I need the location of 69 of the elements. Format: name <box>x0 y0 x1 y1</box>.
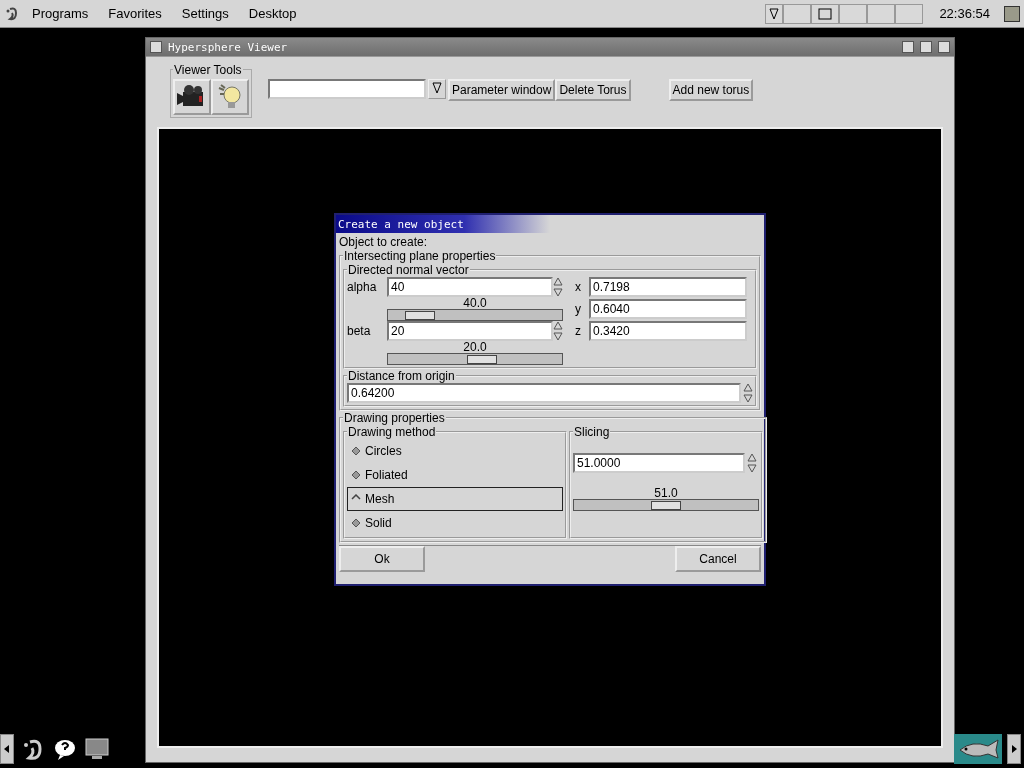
axis-label: y <box>574 302 582 316</box>
dropdown-button[interactable] <box>428 79 446 99</box>
close-button[interactable] <box>150 41 162 53</box>
spin-arrows-icon[interactable] <box>747 453 757 473</box>
angle-field[interactable]: 40 <box>387 277 553 297</box>
menu-item[interactable]: Favorites <box>98 6 172 21</box>
funnel-icon <box>432 81 442 94</box>
radio-option[interactable]: Solid <box>347 511 563 535</box>
group-label: Directed normal vector <box>347 263 470 277</box>
object-label: Object to create: <box>339 235 429 249</box>
radio-option[interactable]: Mesh <box>347 487 563 511</box>
component-field[interactable]: 0.6040 <box>589 299 747 319</box>
left-arrow-icon <box>3 745 11 753</box>
parameter-window-button[interactable]: Parameter window <box>448 79 556 101</box>
add-torus-button[interactable]: Add new torus <box>668 79 754 101</box>
slicing-field[interactable]: 51.0000 <box>573 453 745 473</box>
menu-item[interactable]: Desktop <box>238 6 307 21</box>
slider-reading: 20.0 <box>462 341 488 353</box>
slider-reading: 40.0 <box>462 297 488 309</box>
camera-button[interactable] <box>173 78 211 115</box>
diamond-down-icon <box>351 470 361 480</box>
slider-thumb[interactable] <box>405 311 436 320</box>
window-icon <box>818 7 833 20</box>
axis-label: z <box>574 324 582 338</box>
field-label: beta <box>347 324 372 338</box>
scroll-right-button[interactable] <box>1007 734 1021 764</box>
ok-button[interactable]: Ok <box>339 546 425 572</box>
minimize-button[interactable] <box>902 41 914 53</box>
component-field[interactable]: 0.7198 <box>589 277 747 297</box>
menu-item[interactable]: Settings <box>171 6 239 21</box>
group-label: Slicing <box>573 425 611 439</box>
spin-arrows-icon[interactable] <box>553 321 563 341</box>
dialog-title: Create a new object <box>338 217 464 231</box>
field-label: alpha <box>347 280 378 294</box>
radio-option[interactable]: Circles <box>347 439 563 463</box>
radio-option[interactable]: Foliated <box>347 463 563 487</box>
taskbar-button[interactable] <box>765 3 784 24</box>
clock: 22:36:54 <box>938 6 991 21</box>
cancel-button[interactable]: Cancel <box>675 546 761 572</box>
diamond-down-icon <box>351 518 361 528</box>
axis-label: x <box>574 280 582 294</box>
fish-applet[interactable] <box>954 734 1002 764</box>
funnel-icon <box>769 7 780 20</box>
maximize-button[interactable] <box>920 41 932 53</box>
spin-arrows-icon[interactable] <box>743 383 753 403</box>
menu-item[interactable]: Programs <box>22 6 99 21</box>
square-icon[interactable] <box>1004 5 1020 22</box>
slider-reading: 51.0 <box>653 487 679 499</box>
slider-thumb[interactable] <box>467 355 498 364</box>
right-arrow-icon <box>1010 745 1018 753</box>
group-label: Distance from origin <box>347 369 456 383</box>
slider-thumb[interactable] <box>651 501 681 510</box>
spin-arrows-icon[interactable] <box>553 277 563 297</box>
group-label: Intersecting plane properties <box>343 249 497 263</box>
component-field[interactable]: 0.3420 <box>589 321 747 341</box>
object-field[interactable] <box>268 79 426 99</box>
scroll-left-button[interactable] <box>0 734 14 764</box>
delete-torus-button[interactable]: Delete Torus <box>555 79 631 101</box>
distance-field[interactable]: 0.64200 <box>347 383 741 403</box>
workspace-button[interactable] <box>811 3 840 24</box>
monitor-icon[interactable] <box>84 736 112 762</box>
group-label: Drawing method <box>347 425 437 439</box>
diamond-down-icon <box>351 446 361 456</box>
lightbulb-button[interactable] <box>211 78 249 115</box>
window-title: Hypersphere Viewer <box>168 40 288 54</box>
group-label: Drawing properties <box>343 411 446 425</box>
group-label: Viewer Tools <box>173 62 243 77</box>
angle-field[interactable]: 20 <box>387 321 553 341</box>
close-button[interactable] <box>938 41 950 53</box>
